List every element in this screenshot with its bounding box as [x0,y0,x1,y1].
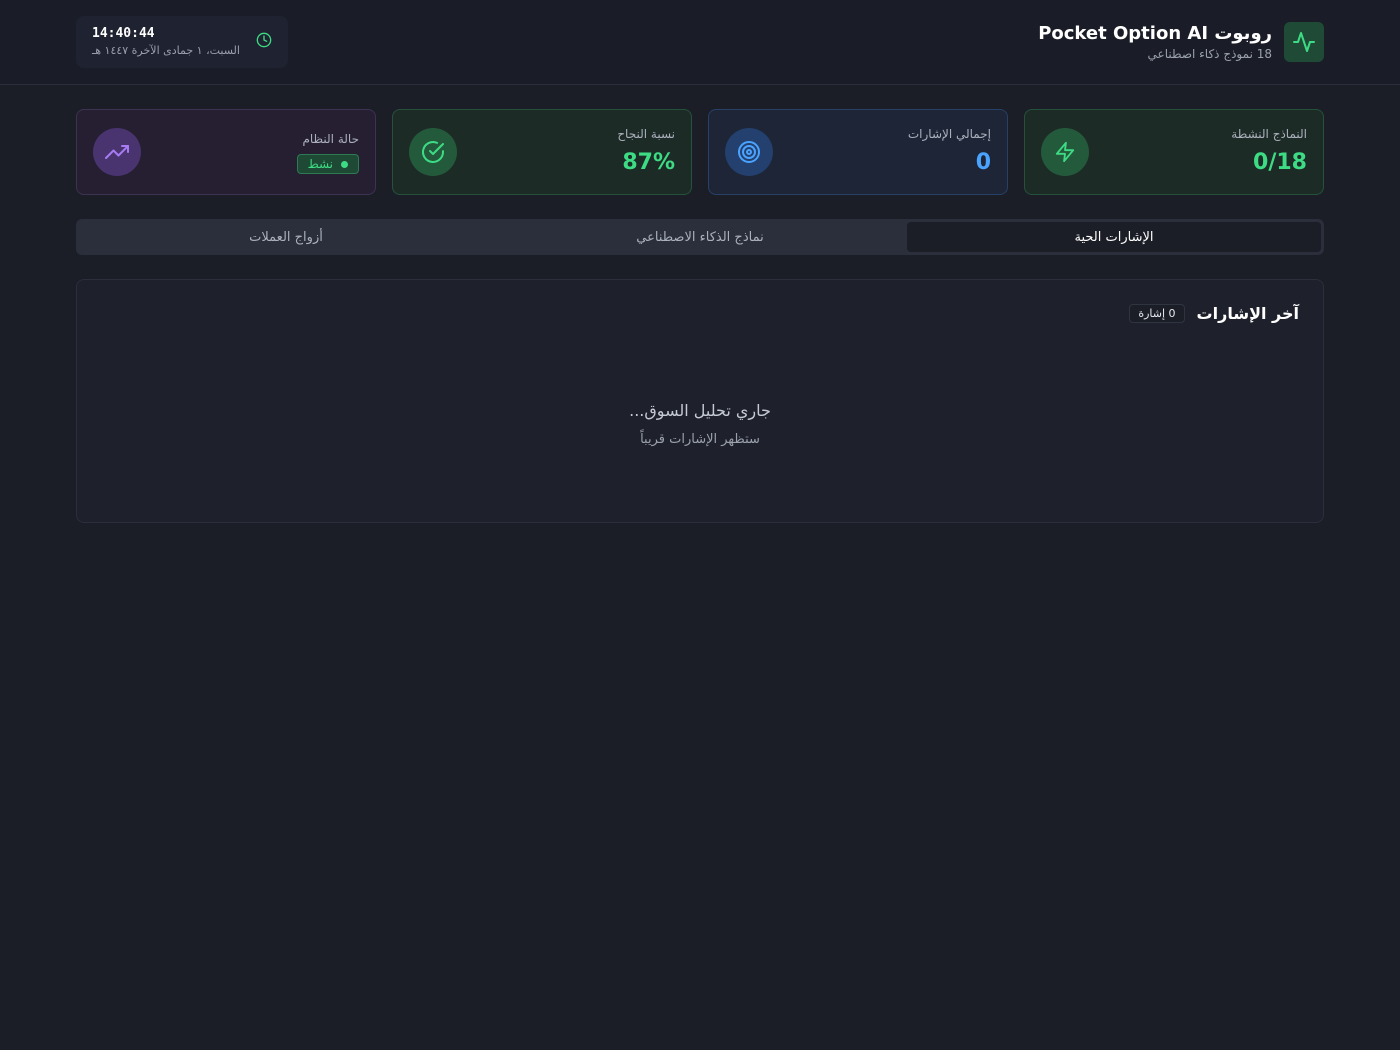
target-icon [725,128,773,176]
app-subtitle: 18 نموذج ذكاء اصطناعي [1147,47,1272,61]
trending-up-icon [93,128,141,176]
stat-card-success-rate: نسبة النجاح 87% [392,109,692,195]
empty-state-subtitle: ستظهر الإشارات قريباً [640,432,760,447]
status-dot [341,160,348,168]
signal-count-badge: 0 إشارة [1129,304,1185,323]
brand: روبوت Pocket Option AI 18 نموذج ذكاء اصط… [1038,22,1324,62]
empty-state-title: جاري تحليل السوق... [629,401,771,420]
tab-currency-pairs[interactable]: أزواج العملات [79,222,493,252]
empty-state: جاري تحليل السوق... ستظهر الإشارات قريبا… [77,400,1323,450]
stat-card-active-models: النماذج النشطة 0/18 [1024,109,1324,195]
stat-label: النماذج النشطة [1231,127,1307,141]
signals-panel: آخر الإشارات 0 إشارة جاري تحليل السوق...… [76,279,1324,523]
status-badge: نشط [296,154,359,174]
stat-card-total-signals: إجمالي الإشارات 0 [708,109,1008,195]
clock-time: 14:40:44 [92,26,155,41]
panel-header: آخر الإشارات 0 إشارة [1129,304,1299,323]
stat-value: 87% [622,150,675,175]
stat-card-system-status: حالة النظام نشط [76,109,376,195]
activity-icon [1284,22,1324,62]
stat-value: 0 [975,150,991,175]
stat-label: نسبة النجاح [617,127,675,141]
stats-row: النماذج النشطة 0/18 إجمالي الإشارات 0 نس… [76,109,1324,195]
tab-bar: الإشارات الحية نماذج الذكاء الاصطناعي أز… [76,219,1324,255]
app-header: روبوت Pocket Option AI 18 نموذج ذكاء اصط… [0,0,1400,85]
tab-live-signals[interactable]: الإشارات الحية [907,222,1321,252]
check-circle-icon [409,128,457,176]
clock-icon [256,32,272,52]
clock-date: السبت، ١ جمادى الآخرة ١٤٤٧ هـ [92,44,240,57]
app-title: روبوت Pocket Option AI [1038,23,1272,44]
panel-title: آخر الإشارات [1196,304,1299,323]
stat-value: 0/18 [1253,150,1307,175]
stat-label: حالة النظام [302,132,359,146]
clock-widget: 14:40:44 السبت، ١ جمادى الآخرة ١٤٤٧ هـ [76,16,288,68]
zap-icon [1041,128,1089,176]
status-text: نشط [307,157,333,171]
tab-ai-models[interactable]: نماذج الذكاء الاصطناعي [493,222,907,252]
stat-label: إجمالي الإشارات [907,127,991,141]
